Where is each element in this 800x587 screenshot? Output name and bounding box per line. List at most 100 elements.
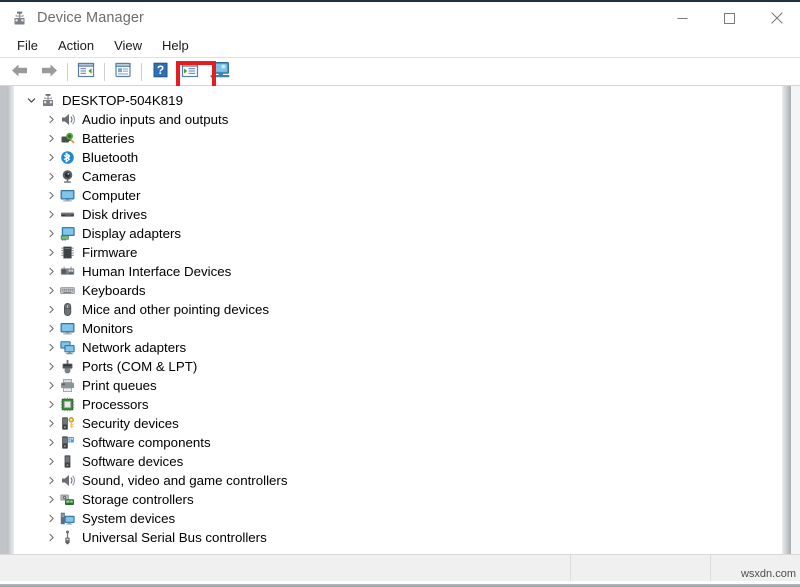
device-manager-icon [11,10,28,27]
tree-item-label: Sound, video and game controllers [82,471,288,490]
chevron-right-icon[interactable] [44,153,59,162]
tree-item-universal-serial-bus-controllers[interactable]: Universal Serial Bus controllers [14,528,782,547]
tree-root-desktop[interactable]: DESKTOP-504K819 [14,91,782,110]
chevron-right-icon[interactable] [44,286,59,295]
content-pane: DESKTOP-504K819 Audio inputs and outputs [0,86,800,554]
menu-item-file[interactable]: File [8,36,47,56]
maximize-button[interactable] [706,2,753,34]
title-bar: Device Manager [0,2,800,34]
minimize-button[interactable] [659,2,706,34]
scan-for-hardware-changes-button[interactable] [205,59,235,85]
tree-item-security-devices[interactable]: Security devices [14,414,782,433]
forward-button[interactable] [34,59,64,85]
tree-item-monitors[interactable]: Monitors [14,319,782,338]
tree-item-display-adapters[interactable]: Display adapters [14,224,782,243]
menu-bar: File Action View Help [0,34,800,57]
tree-item-label: Firmware [82,243,137,262]
network-adapter-icon [59,340,76,356]
tree-item-label: Keyboards [82,281,146,300]
chevron-right-icon[interactable] [44,267,59,276]
chevron-right-icon[interactable] [44,343,59,352]
chevron-right-icon[interactable] [44,191,59,200]
tree-item-label: Processors [82,395,149,414]
security-key-icon [59,416,76,432]
tree-item-software-devices[interactable]: Software devices [14,452,782,471]
status-bar-main-cell [0,555,570,581]
tree-item-label: Audio inputs and outputs [82,110,228,129]
chevron-right-icon[interactable] [44,210,59,219]
device-tree[interactable]: DESKTOP-504K819 Audio inputs and outputs [14,86,782,554]
tree-item-firmware[interactable]: Firmware [14,243,782,262]
tree-item-label: Software components [82,433,211,452]
watermark-text: wsxdn.com [741,568,796,580]
chevron-right-icon[interactable] [44,400,59,409]
camera-icon [59,169,76,185]
chevron-right-icon[interactable] [44,362,59,371]
chevron-right-icon[interactable] [44,172,59,181]
menu-item-action[interactable]: Action [49,36,103,56]
tree-item-label: Software devices [82,452,183,471]
chevron-right-icon[interactable] [44,305,59,314]
chevron-right-icon[interactable] [44,381,59,390]
device-manager-window: Device Manager File Action View Help [0,0,800,587]
tree-item-storage-controllers[interactable]: Storage controllers [14,490,782,509]
chevron-right-icon[interactable] [44,495,59,504]
properties-button[interactable] [108,59,138,85]
chevron-right-icon[interactable] [44,419,59,428]
port-connector-icon [59,359,76,375]
tree-item-label: Print queues [82,376,157,395]
chevron-right-icon[interactable] [44,438,59,447]
show-hide-console-tree-button[interactable] [71,59,101,85]
tree-item-network-adapters[interactable]: Network adapters [14,338,782,357]
tree-item-print-queues[interactable]: Print queues [14,376,782,395]
chevron-right-icon[interactable] [44,248,59,257]
tree-item-label: Ports (COM & LPT) [82,357,197,376]
tree-root-label: DESKTOP-504K819 [62,91,183,110]
tree-item-label: Bluetooth [82,148,138,167]
window-controls [659,2,800,34]
window-title: Device Manager [37,10,144,26]
help-question-icon: ? [152,62,169,81]
chevron-right-icon[interactable] [44,134,59,143]
tree-item-label: System devices [82,509,175,528]
tree-item-mice-and-other-pointing-devices[interactable]: Mice and other pointing devices [14,300,782,319]
tree-item-label: Human Interface Devices [82,262,231,281]
chevron-right-icon[interactable] [44,514,59,523]
tree-item-label: Universal Serial Bus controllers [82,528,267,547]
tree-item-audio-inputs-and-outputs[interactable]: Audio inputs and outputs [14,110,782,129]
tree-item-label: Monitors [82,319,133,338]
chevron-right-icon[interactable] [44,229,59,238]
menu-item-view[interactable]: View [105,36,151,56]
chevron-right-icon[interactable] [44,457,59,466]
chevron-right-icon[interactable] [44,476,59,485]
update-driver-icon [181,62,199,81]
tree-item-keyboards[interactable]: Keyboards [14,281,782,300]
system-device-icon [59,511,76,527]
tree-item-batteries[interactable]: Batteries [14,129,782,148]
tree-item-bluetooth[interactable]: Bluetooth [14,148,782,167]
chevron-down-icon[interactable] [24,96,39,105]
tree-item-cameras[interactable]: Cameras [14,167,782,186]
tree-item-human-interface-devices[interactable]: Human Interface Devices [14,262,782,281]
tree-item-computer[interactable]: Computer [14,186,782,205]
tree-item-disk-drives[interactable]: Disk drives [14,205,782,224]
keyboard-icon [59,283,76,299]
chevron-right-icon[interactable] [44,115,59,124]
tree-item-ports-com-and-lpt[interactable]: Ports (COM & LPT) [14,357,782,376]
tree-item-processors[interactable]: Processors [14,395,782,414]
status-bar: wsxdn.com [0,554,800,581]
chevron-right-icon[interactable] [44,324,59,333]
tree-item-sound-video-and-game-controllers[interactable]: Sound, video and game controllers [14,471,782,490]
storage-controller-icon [59,492,76,508]
update-driver-button[interactable] [175,59,205,85]
tree-item-software-components[interactable]: Software components [14,433,782,452]
svg-text:?: ? [156,63,163,77]
disk-drive-icon [59,207,76,223]
toolbar-separator [141,63,142,81]
chevron-right-icon[interactable] [44,533,59,542]
close-button[interactable] [753,2,800,34]
tree-item-system-devices[interactable]: System devices [14,509,782,528]
menu-item-help[interactable]: Help [153,36,198,56]
help-button[interactable]: ? [145,59,175,85]
back-button[interactable] [4,59,34,85]
